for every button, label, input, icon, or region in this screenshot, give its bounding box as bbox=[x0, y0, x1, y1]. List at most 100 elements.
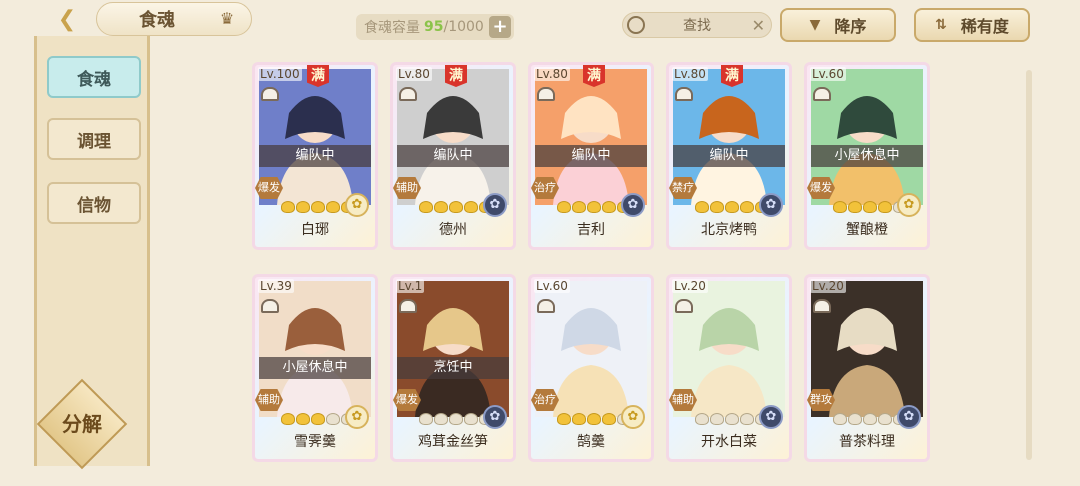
character-name: 吉利 bbox=[577, 222, 605, 238]
card-grid: Lv.100 满 编队中 爆发 ✿ 白琊 Lv.80 满 编队中 辅助 ✿ 德州 bbox=[252, 62, 942, 462]
character-name: 蟹酿橙 bbox=[846, 222, 888, 238]
capacity-display: 食魂容量 95 /1000 + bbox=[356, 14, 514, 40]
level-label: Lv.60 bbox=[534, 279, 570, 293]
star-icon bbox=[311, 413, 325, 425]
level-label: Lv.20 bbox=[672, 279, 708, 293]
star-icon bbox=[602, 201, 616, 213]
star-icon bbox=[419, 201, 433, 213]
star-icon bbox=[710, 201, 724, 213]
character-name: 雪霁羹 bbox=[294, 434, 336, 450]
star-icon bbox=[848, 413, 862, 425]
character-name: 北京烤鸭 bbox=[701, 222, 757, 238]
star-icon bbox=[449, 413, 463, 425]
star-icon bbox=[848, 201, 862, 213]
star-icon bbox=[326, 413, 340, 425]
level-label: Lv.80 bbox=[534, 67, 570, 81]
star-icon bbox=[311, 201, 325, 213]
sort-descending-label: 降序 bbox=[834, 17, 867, 36]
star-icon bbox=[587, 413, 601, 425]
status-label: 小屋休息中 bbox=[259, 357, 371, 379]
star-icon bbox=[557, 413, 571, 425]
character-name: 白琊 bbox=[301, 222, 329, 238]
status-label: 烹饪中 bbox=[397, 357, 509, 379]
star-icon bbox=[878, 201, 892, 213]
star-rating bbox=[281, 413, 355, 427]
character-name: 鸡茸金丝笋 bbox=[418, 434, 488, 450]
role-badge: 爆发 bbox=[393, 389, 421, 411]
star-icon bbox=[434, 201, 448, 213]
cloche-icon bbox=[675, 299, 693, 313]
max-badge: 满 bbox=[445, 65, 467, 87]
character-name: 普茶料理 bbox=[839, 434, 895, 450]
top-bar: ❮ 食魂 ♛ 食魂容量 95 /1000 + 查找 ✕ ▼ 降序 ⇅ 稀有度 bbox=[0, 0, 1080, 46]
cloche-icon bbox=[813, 299, 831, 313]
character-name: 开水白菜 bbox=[701, 434, 757, 450]
cloche-icon bbox=[675, 87, 693, 101]
level-label: Lv.60 bbox=[810, 67, 846, 81]
dark-gem-icon: ✿ bbox=[483, 193, 507, 217]
status-label: 编队中 bbox=[673, 145, 785, 167]
food-soul-card[interactable]: Lv.80 满 编队中 禁疗 ✿ 北京烤鸭 bbox=[666, 62, 792, 250]
capacity-max: /1000 bbox=[443, 19, 484, 35]
food-soul-card[interactable]: Lv.60 治疗 ✿ 鹄羹 bbox=[528, 274, 654, 462]
status-label: 编队中 bbox=[397, 145, 509, 167]
sort-rarity-button[interactable]: ⇅ 稀有度 bbox=[914, 8, 1030, 42]
decompose-label: 分解 bbox=[62, 412, 102, 436]
dark-gem-icon: ✿ bbox=[759, 193, 783, 217]
star-icon bbox=[296, 201, 310, 213]
character-name: 鹄羹 bbox=[577, 434, 605, 450]
tab-food-souls[interactable]: 食魂 bbox=[47, 56, 141, 98]
star-icon bbox=[464, 413, 478, 425]
food-soul-card[interactable]: Lv.20 群攻 ✿ 普茶料理 bbox=[804, 274, 930, 462]
search-placeholder: 查找 bbox=[683, 18, 711, 34]
food-soul-card[interactable]: Lv.1 烹饪中 爆发 ✿ 鸡茸金丝笋 bbox=[390, 274, 516, 462]
role-badge: 辅助 bbox=[393, 177, 421, 199]
level-label: Lv.80 bbox=[396, 67, 432, 81]
star-icon bbox=[695, 201, 709, 213]
star-icon bbox=[725, 413, 739, 425]
food-soul-card[interactable]: Lv.20 辅助 ✿ 开水白菜 bbox=[666, 274, 792, 462]
search-icon bbox=[627, 16, 645, 34]
cloche-icon bbox=[261, 299, 279, 313]
page-title-plate: 食魂 ♛ bbox=[96, 2, 252, 36]
capacity-plus-button[interactable]: + bbox=[489, 16, 511, 38]
status-label: 编队中 bbox=[259, 145, 371, 167]
star-icon bbox=[464, 201, 478, 213]
close-icon[interactable]: ✕ bbox=[752, 16, 765, 35]
gold-flower-icon: ✿ bbox=[621, 405, 645, 429]
star-icon bbox=[863, 413, 877, 425]
search-input[interactable]: 查找 ✕ bbox=[622, 12, 772, 38]
cloche-icon bbox=[537, 87, 555, 101]
food-soul-card[interactable]: Lv.80 满 编队中 治疗 ✿ 吉利 bbox=[528, 62, 654, 250]
star-icon bbox=[863, 201, 877, 213]
star-icon bbox=[557, 201, 571, 213]
role-badge: 辅助 bbox=[255, 389, 283, 411]
level-label: Lv.80 bbox=[672, 67, 708, 81]
role-badge: 禁疗 bbox=[669, 177, 697, 199]
level-label: Lv.1 bbox=[396, 279, 425, 293]
food-soul-card[interactable]: Lv.39 小屋休息中 辅助 ✿ 雪霁羹 bbox=[252, 274, 378, 462]
star-rating bbox=[833, 413, 907, 427]
capacity-label: 食魂容量 bbox=[364, 20, 420, 36]
tab-tokens[interactable]: 信物 bbox=[47, 182, 141, 224]
food-soul-card[interactable]: Lv.80 满 编队中 辅助 ✿ 德州 bbox=[390, 62, 516, 250]
cloche-icon bbox=[261, 87, 279, 101]
star-icon bbox=[449, 201, 463, 213]
sort-descending-button[interactable]: ▼ 降序 bbox=[780, 8, 896, 42]
cloche-icon bbox=[399, 299, 417, 313]
star-icon bbox=[572, 201, 586, 213]
tab-conditioning[interactable]: 调理 bbox=[47, 118, 141, 160]
back-arrow-icon[interactable]: ❮ bbox=[48, 4, 86, 34]
star-icon bbox=[281, 201, 295, 213]
status-label: 编队中 bbox=[535, 145, 647, 167]
level-label: Lv.39 bbox=[258, 279, 294, 293]
star-icon bbox=[833, 201, 847, 213]
food-soul-card[interactable]: Lv.100 满 编队中 爆发 ✿ 白琊 bbox=[252, 62, 378, 250]
dark-gem-icon: ✿ bbox=[897, 405, 921, 429]
food-soul-card[interactable]: Lv.60 小屋休息中 爆发 ✿ 蟹酿橙 bbox=[804, 62, 930, 250]
star-rating bbox=[695, 201, 769, 215]
gold-flower-icon: ✿ bbox=[897, 193, 921, 217]
star-icon bbox=[602, 413, 616, 425]
scrollbar[interactable] bbox=[1026, 70, 1032, 460]
role-badge: 群攻 bbox=[807, 389, 835, 411]
